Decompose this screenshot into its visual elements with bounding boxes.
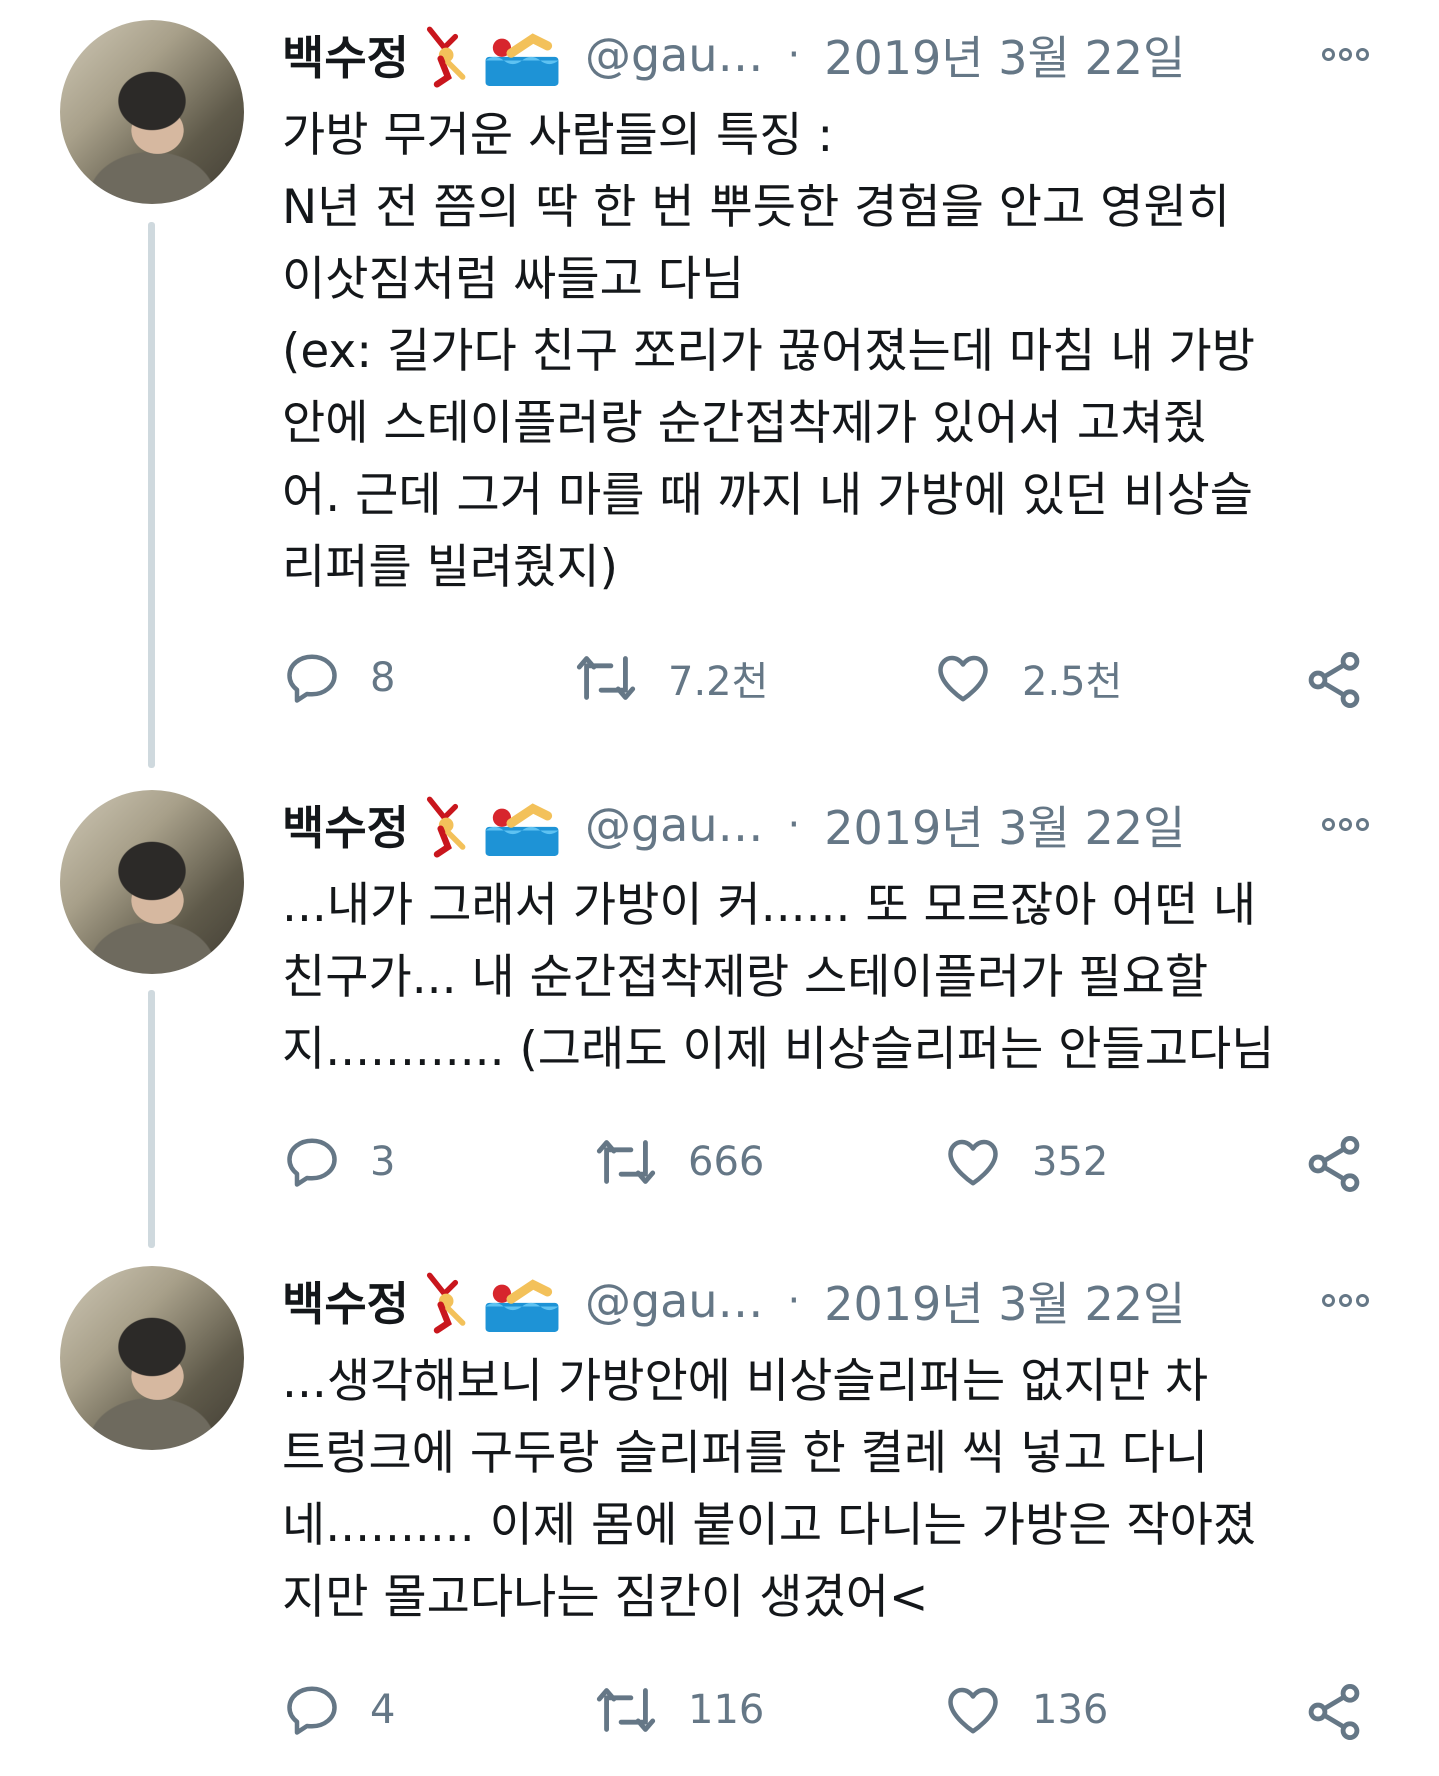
retweet-button[interactable]: 7.2천 bbox=[572, 648, 768, 708]
reply-count: 8 bbox=[370, 655, 396, 701]
like-button[interactable]: 352 bbox=[942, 1132, 1108, 1192]
tweet-text-line: 가방 무거운 사람들의 특징 : bbox=[282, 108, 834, 163]
more-options-icon[interactable] bbox=[1322, 48, 1369, 61]
reply-button[interactable]: 3 bbox=[282, 1132, 395, 1192]
display-name[interactable]: 백수정 bbox=[282, 22, 409, 88]
tweet[interactable]: 백수정 @gau… · 2019년 3월 22일 ...생각해보니 가방안에 비… bbox=[0, 1250, 1439, 1776]
share-button[interactable] bbox=[1302, 648, 1366, 712]
tweet-date[interactable]: 2019년 3월 22일 bbox=[824, 1268, 1185, 1334]
display-name[interactable]: 백수정 bbox=[282, 1268, 409, 1334]
retweet-count: 7.2천 bbox=[668, 659, 769, 705]
tweet-text-line: 리퍼를 빌려줬지) bbox=[282, 540, 618, 595]
like-button[interactable]: 136 bbox=[942, 1680, 1108, 1740]
user-handle[interactable]: @gau… bbox=[585, 28, 764, 82]
tweet-text-line: N년 전 쯤의 딱 한 번 뿌듯한 경험을 안고 영원히 bbox=[282, 180, 1230, 235]
share-button[interactable] bbox=[1302, 1680, 1366, 1744]
user-handle[interactable]: @gau… bbox=[585, 1274, 764, 1328]
more-options-icon[interactable] bbox=[1322, 818, 1369, 831]
reply-button[interactable]: 4 bbox=[282, 1680, 395, 1740]
retweet-button[interactable]: 666 bbox=[592, 1132, 764, 1192]
separator-dot: · bbox=[787, 1278, 801, 1324]
avatar[interactable] bbox=[60, 1266, 244, 1450]
tweet-text-line: 트렁크에 구두랑 슬리퍼를 한 켤레 씩 넣고 다니 bbox=[282, 1426, 1209, 1481]
reply-bubble-icon bbox=[287, 654, 337, 703]
tweet-header: 백수정 @gau… · 2019년 3월 22일 bbox=[282, 20, 1185, 90]
retweet-count: 666 bbox=[688, 1139, 765, 1185]
retweet-arrows-icon bbox=[596, 1688, 656, 1732]
tweet-text-line: 네.......... 이제 몸에 붙이고 다니는 가방은 작아졌 bbox=[282, 1498, 1257, 1553]
tweet-header: 백수정 @gau… · 2019년 3월 22일 bbox=[282, 790, 1185, 860]
heart-icon bbox=[948, 1139, 998, 1186]
share-icon bbox=[1308, 1136, 1360, 1192]
swimmer-emoji-icon bbox=[485, 803, 559, 856]
like-button[interactable]: 2.5천 bbox=[932, 648, 1122, 708]
user-handle[interactable]: @gau… bbox=[585, 798, 764, 852]
dancer-emoji-icon bbox=[426, 26, 466, 88]
tweet-text-line: ...내가 그래서 가방이 커...... 또 모르잖아 어떤 내 bbox=[282, 878, 1257, 933]
retweet-arrows-icon bbox=[576, 656, 636, 700]
tweet-text: 가방 무거운 사람들의 특징 : N년 전 쯤의 딱 한 번 뿌듯한 경험을 안… bbox=[282, 100, 1392, 604]
like-count: 136 bbox=[1032, 1687, 1109, 1733]
separator-dot: · bbox=[787, 802, 801, 848]
like-count: 352 bbox=[1032, 1139, 1109, 1185]
swimmer-emoji-icon bbox=[485, 33, 559, 86]
reply-bubble-icon bbox=[287, 1686, 337, 1735]
avatar[interactable] bbox=[60, 790, 244, 974]
reply-count: 4 bbox=[370, 1687, 396, 1733]
tweet-text-line: 이삿짐처럼 싸들고 다님 bbox=[282, 252, 745, 307]
reply-button[interactable]: 8 bbox=[282, 648, 395, 708]
tweet-actions: 8 7.2천 2.5천 bbox=[282, 648, 1392, 718]
tweet-date[interactable]: 2019년 3월 22일 bbox=[824, 22, 1185, 88]
tweet[interactable]: 백수정 @gau… · 2019년 3월 22일 가방 무거운 사람들의 특징 … bbox=[0, 0, 1439, 770]
tweet-header: 백수정 @gau… · 2019년 3월 22일 bbox=[282, 1266, 1185, 1336]
share-button[interactable] bbox=[1302, 1132, 1366, 1196]
retweet-count: 116 bbox=[688, 1687, 765, 1733]
share-icon bbox=[1308, 1684, 1360, 1740]
tweet-date[interactable]: 2019년 3월 22일 bbox=[824, 792, 1185, 858]
tweet-text: ...생각해보니 가방안에 비상슬리퍼는 없지만 차 트렁크에 구두랑 슬리퍼를… bbox=[282, 1346, 1392, 1634]
swimmer-emoji-icon bbox=[485, 1279, 559, 1332]
reply-count: 3 bbox=[370, 1139, 396, 1185]
more-options-icon[interactable] bbox=[1322, 1294, 1369, 1307]
share-icon bbox=[1308, 652, 1360, 708]
dancer-emoji-icon bbox=[426, 796, 466, 858]
dancer-emoji-icon bbox=[426, 1272, 466, 1334]
separator-dot: · bbox=[787, 32, 801, 78]
tweet-text-line: 친구가... 내 순간접착제랑 스테이플러가 필요할 bbox=[282, 950, 1209, 1005]
tweet[interactable]: 백수정 @gau… · 2019년 3월 22일 ...내가 그래서 가방이 커… bbox=[0, 770, 1439, 1250]
display-name[interactable]: 백수정 bbox=[282, 792, 409, 858]
tweet-text: ...내가 그래서 가방이 커...... 또 모르잖아 어떤 내 친구가...… bbox=[282, 870, 1392, 1086]
retweet-button[interactable]: 116 bbox=[592, 1680, 764, 1740]
avatar[interactable] bbox=[60, 20, 244, 204]
tweet-text-line: (ex: 길가다 친구 쪼리가 끊어졌는데 마침 내 가방 bbox=[282, 324, 1255, 379]
tweet-text-line: ...생각해보니 가방안에 비상슬리퍼는 없지만 차 bbox=[282, 1354, 1209, 1409]
heart-icon bbox=[938, 655, 988, 702]
tweet-text-line: 안에 스테이플러랑 순간접착제가 있어서 고쳐줬 bbox=[282, 396, 1207, 451]
tweet-actions: 4 116 136 bbox=[282, 1680, 1392, 1750]
tweet-text-line: 지만 몰고다나는 짐칸이 생겼어< bbox=[282, 1570, 929, 1625]
like-count: 2.5천 bbox=[1022, 659, 1123, 705]
tweet-text-line: 어. 근데 그거 마를 때 까지 내 가방에 있던 비상슬 bbox=[282, 468, 1253, 523]
tweet-actions: 3 666 352 bbox=[282, 1132, 1392, 1202]
tweet-text-line: 지............ (그래도 이제 비상슬리퍼는 안들고다님 bbox=[282, 1022, 1275, 1077]
reply-bubble-icon bbox=[287, 1138, 337, 1187]
retweet-arrows-icon bbox=[596, 1140, 656, 1184]
heart-icon bbox=[948, 1687, 998, 1734]
